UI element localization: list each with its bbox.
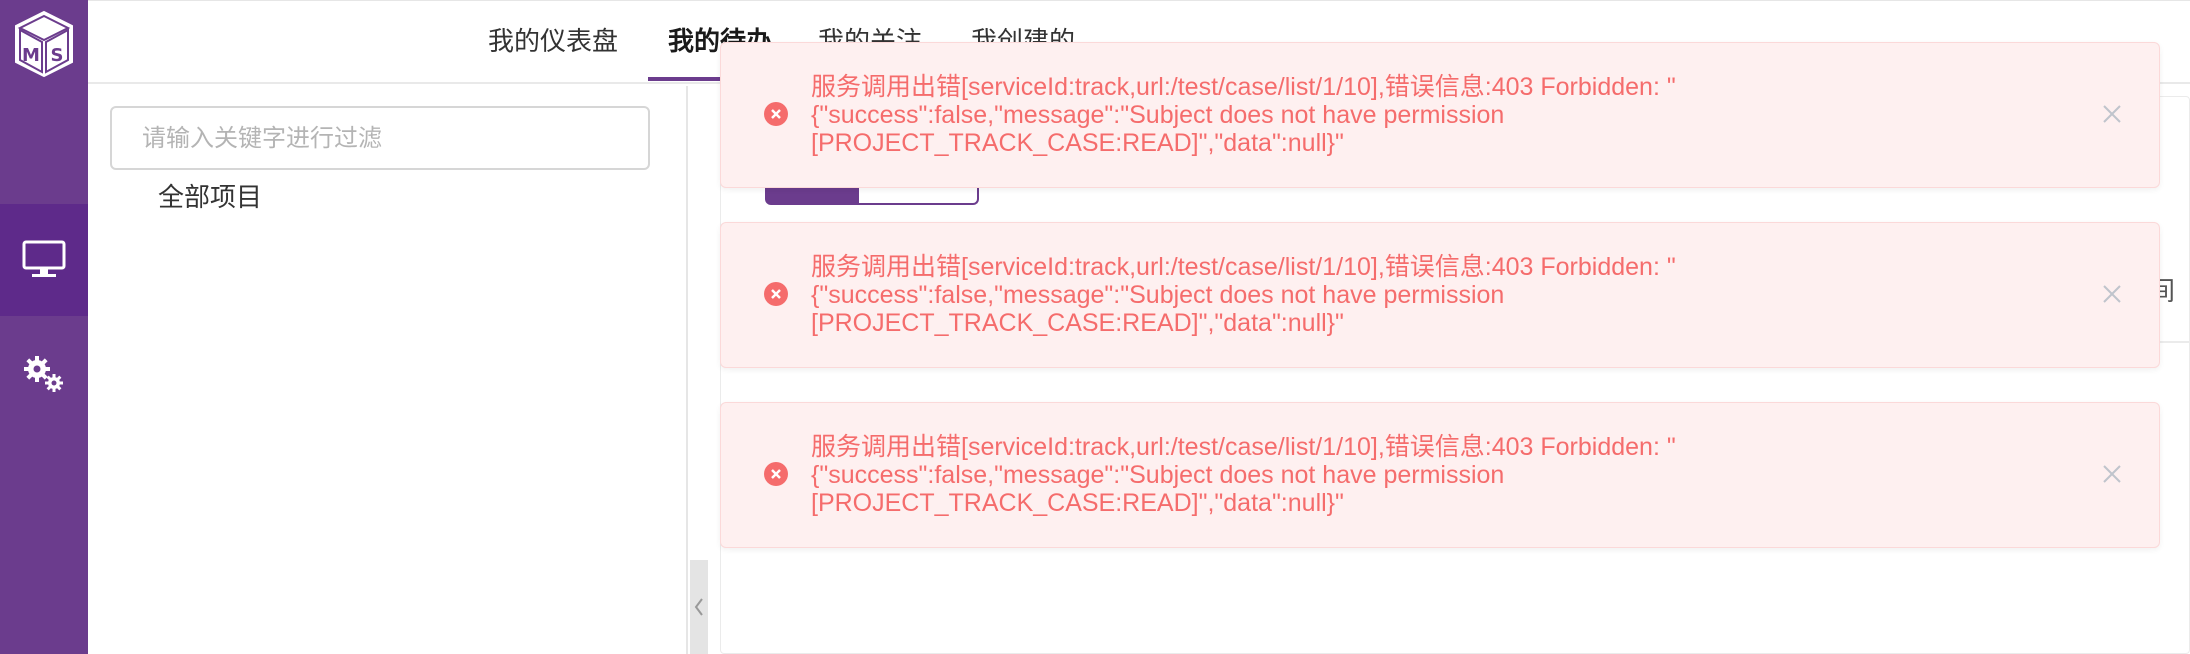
error-circle-icon: [764, 102, 788, 126]
error-toast: 服务调用出错[serviceId:track,url:/test/case/li…: [720, 402, 2160, 548]
error-toast: 服务调用出错[serviceId:track,url:/test/case/li…: [720, 42, 2160, 188]
logo-letter-s: S: [51, 45, 64, 66]
error-message: 服务调用出错[serviceId:track,url:/test/case/li…: [811, 433, 2011, 517]
error-message: 服务调用出错[serviceId:track,url:/test/case/li…: [811, 73, 2011, 157]
error-message-line: 服务调用出错[serviceId:track,url:/test/case/li…: [811, 253, 1676, 281]
project-tree-panel: 全部项目: [88, 86, 688, 654]
error-message: 服务调用出错[serviceId:track,url:/test/case/li…: [811, 253, 2011, 337]
error-toast: 服务调用出错[serviceId:track,url:/test/case/li…: [720, 222, 2160, 368]
monitor-icon: [22, 240, 66, 277]
tree-node-all-projects[interactable]: 全部项目: [158, 178, 262, 218]
sidebar-item-workstation[interactable]: [0, 204, 88, 316]
error-message-line: {"success":false,"message":"Subject does…: [811, 461, 1505, 489]
tab-dashboard[interactable]: 我的仪表盘: [488, 1, 618, 83]
error-message-line: {"success":false,"message":"Subject does…: [811, 101, 1505, 129]
error-message-line: [PROJECT_TRACK_CASE:READ]","data":null}": [811, 489, 1344, 517]
logo[interactable]: M S: [0, 0, 88, 88]
close-icon[interactable]: [2099, 101, 2125, 127]
error-message-line: {"success":false,"message":"Subject does…: [811, 281, 1505, 309]
close-icon[interactable]: [2099, 281, 2125, 307]
error-message-line: 服务调用出错[serviceId:track,url:/test/case/li…: [811, 433, 1676, 461]
close-icon[interactable]: [2099, 461, 2125, 487]
panel-splitter[interactable]: [690, 560, 708, 654]
app-window: M S 我的仪表盘 我的待办 请输入关键字进行过滤 全部项目 间 服务调用出错[…: [0, 0, 2190, 654]
error-circle-icon: [764, 462, 788, 486]
error-circle-icon: [764, 282, 788, 306]
logo-letter-m: M: [22, 45, 40, 66]
left-sidebar: M S: [0, 0, 88, 654]
chevron-left-icon: [694, 598, 703, 616]
tree-filter-input[interactable]: [110, 106, 650, 170]
error-message-line: [PROJECT_TRACK_CASE:READ]","data":null}": [811, 129, 1344, 157]
metersphere-logo-icon: M S: [15, 10, 73, 78]
sidebar-item-settings[interactable]: [0, 318, 88, 430]
gears-icon: [24, 356, 63, 392]
error-message-line: 服务调用出错[serviceId:track,url:/test/case/li…: [811, 73, 1676, 101]
error-message-line: [PROJECT_TRACK_CASE:READ]","data":null}": [811, 309, 1344, 337]
